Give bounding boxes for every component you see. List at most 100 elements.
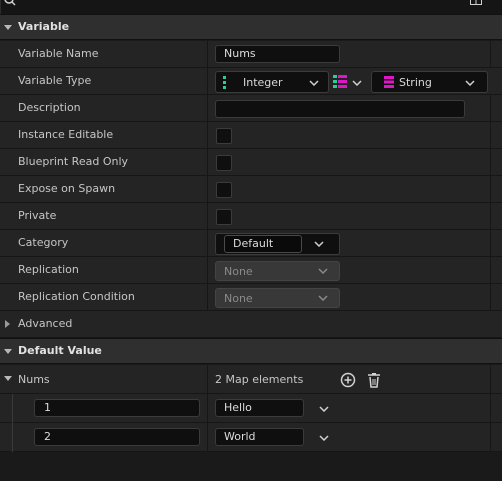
column-divider (207, 95, 208, 122)
column-divider (490, 41, 491, 68)
property-label: Category (18, 236, 69, 249)
value-type-dropdown[interactable]: String (371, 71, 488, 93)
column-divider (490, 149, 491, 176)
row-variable-name: Variable Name Nums (0, 41, 502, 68)
column-divider (207, 176, 208, 203)
replication-value: None (224, 265, 253, 278)
section-header-variable[interactable]: Variable (0, 14, 502, 40)
value-type-label: String (399, 76, 432, 89)
column-divider (207, 203, 208, 230)
property-label: Variable Type (18, 74, 92, 87)
column-divider (207, 284, 208, 311)
section-title: Default Value (18, 344, 102, 357)
column-divider (207, 394, 208, 423)
replication-condition-dropdown: None (215, 288, 340, 308)
key-type-label: Integer (243, 76, 283, 89)
map-key-input[interactable]: 1 (34, 399, 200, 417)
replication-dropdown: None (215, 261, 340, 281)
category-dropdown[interactable]: Default (215, 233, 340, 255)
row-private: Private (0, 203, 502, 230)
column-divider (490, 365, 491, 394)
column-divider (490, 423, 491, 452)
column-divider (490, 257, 491, 284)
column-divider (207, 149, 208, 176)
trash-icon[interactable] (366, 372, 382, 388)
search-icon[interactable] (4, 0, 16, 6)
chevron-down-icon[interactable] (352, 80, 362, 86)
map-element-row: 1 Hello (0, 394, 502, 423)
row-replication: Replication None (0, 257, 502, 284)
column-divider (207, 423, 208, 452)
chevron-down-icon (309, 80, 319, 86)
chevron-down-icon (465, 80, 475, 86)
advanced-label[interactable]: Advanced (18, 317, 72, 330)
row-variable-type: Variable Type Integer String (0, 68, 502, 95)
property-label: Blueprint Read Only (18, 155, 129, 168)
property-label: Replication Condition (18, 290, 135, 303)
collapse-arrow-icon[interactable] (4, 349, 12, 354)
section-title: Variable (18, 20, 70, 33)
integer-pin-icon (223, 76, 226, 91)
chevron-down-icon (318, 295, 328, 301)
map-container-icon[interactable] (333, 75, 349, 89)
column-divider (490, 95, 491, 122)
map-element-row: 2 World (0, 423, 502, 452)
property-label: Private (18, 209, 57, 222)
indent-guide (12, 394, 13, 423)
collapse-arrow-icon[interactable] (4, 376, 12, 381)
column-divider (207, 68, 208, 95)
property-label: Variable Name (18, 47, 99, 60)
chevron-down-icon (318, 268, 328, 274)
top-toolbar (0, 0, 502, 14)
collapse-arrow-icon[interactable] (4, 25, 12, 30)
map-element-count: 2 Map elements (215, 373, 304, 386)
column-divider (490, 230, 491, 257)
add-element-icon[interactable] (340, 372, 356, 388)
column-divider (490, 176, 491, 203)
column-divider (490, 394, 491, 423)
row-map-header: Nums 2 Map elements (0, 365, 502, 394)
category-value[interactable]: Default (224, 235, 302, 253)
row-replication-condition: Replication Condition None (0, 284, 502, 311)
instance-editable-checkbox[interactable] (216, 128, 232, 144)
empty-panel-area (0, 452, 502, 481)
column-divider (490, 284, 491, 311)
property-label: Replication (18, 263, 79, 276)
row-instance-editable: Instance Editable (0, 122, 502, 149)
row-category: Category Default (0, 230, 502, 257)
row-advanced[interactable]: Advanced (0, 311, 502, 338)
chevron-down-icon (314, 241, 324, 247)
expose-on-spawn-checkbox[interactable] (216, 182, 232, 198)
blueprint-read-only-checkbox[interactable] (216, 155, 232, 171)
replication-condition-value: None (224, 292, 253, 305)
indent-guide (12, 423, 13, 452)
column-divider (207, 365, 208, 394)
expand-arrow-icon[interactable] (5, 320, 10, 328)
property-label: Expose on Spawn (18, 182, 116, 195)
row-blueprint-read-only: Blueprint Read Only (0, 149, 502, 176)
map-value-input[interactable]: World (215, 428, 304, 446)
column-divider (207, 230, 208, 257)
scroll-edge (0, 0, 1, 14)
string-pin-icon (384, 76, 394, 88)
section-header-default-value[interactable]: Default Value (0, 338, 502, 364)
column-divider (207, 122, 208, 149)
row-description: Description (0, 95, 502, 122)
map-label: Nums (18, 373, 50, 386)
view-options-icon[interactable] (470, 0, 482, 5)
row-expose-on-spawn: Expose on Spawn (0, 176, 502, 203)
map-value-input[interactable]: Hello (215, 399, 304, 417)
description-input[interactable] (215, 100, 465, 118)
column-divider (490, 203, 491, 230)
column-divider (207, 257, 208, 284)
map-key-input[interactable]: 2 (34, 428, 200, 446)
key-type-dropdown[interactable]: Integer (215, 71, 329, 93)
property-label: Instance Editable (18, 128, 114, 141)
private-checkbox[interactable] (216, 209, 232, 225)
chevron-down-icon[interactable] (319, 406, 329, 412)
column-divider (490, 122, 491, 149)
property-label: Description (18, 101, 81, 114)
chevron-down-icon[interactable] (319, 435, 329, 441)
variable-name-input[interactable]: Nums (215, 45, 340, 63)
column-divider (207, 41, 208, 68)
